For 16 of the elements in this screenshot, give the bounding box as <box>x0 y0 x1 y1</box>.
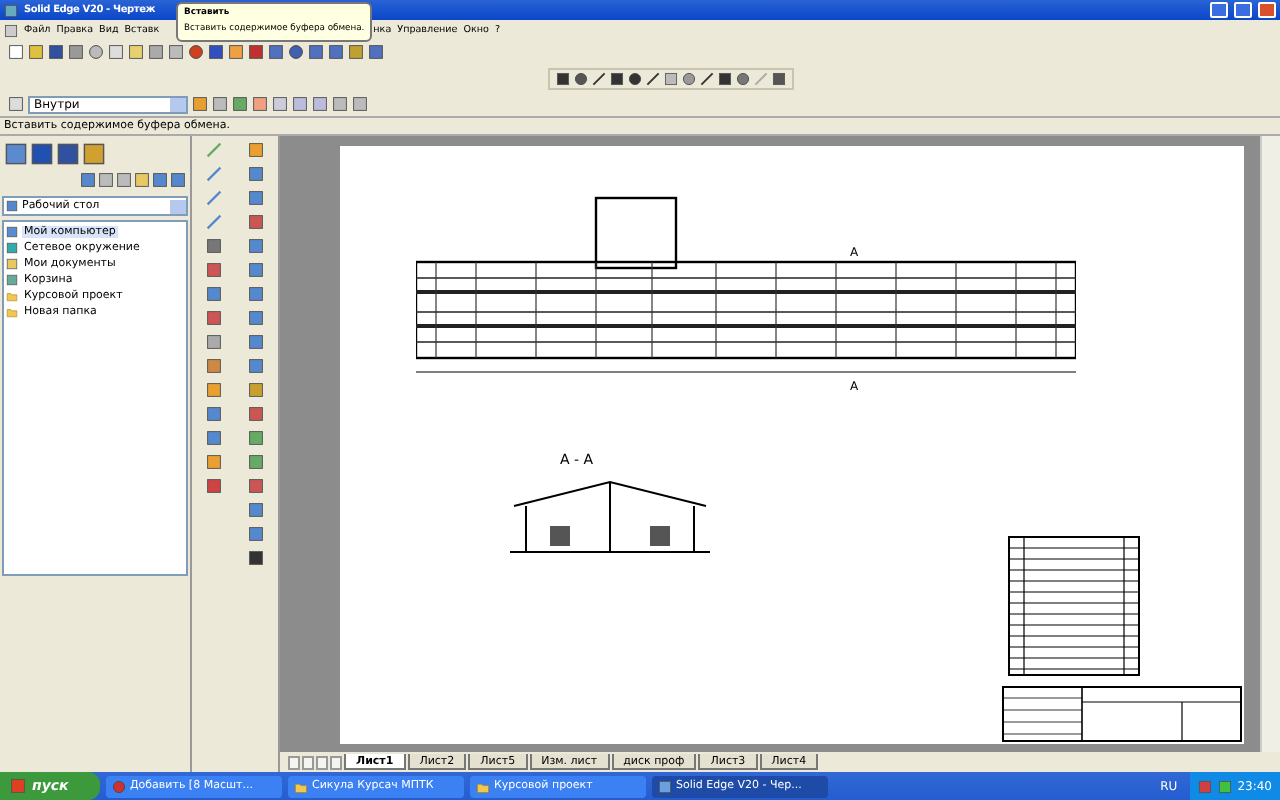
panel-tab-icon[interactable] <box>56 142 80 166</box>
close-button[interactable] <box>1258 2 1276 18</box>
app-icon <box>112 779 126 793</box>
panel-tab-icon[interactable] <box>4 142 28 166</box>
app-icon <box>658 779 672 793</box>
folder-icon <box>476 779 490 793</box>
document-icon <box>4 23 18 37</box>
app-icon <box>4 3 18 17</box>
specification-table-drawing <box>1008 536 1140 676</box>
panel-tab-icon[interactable] <box>82 142 106 166</box>
folder-icon <box>294 779 308 793</box>
minimize-button[interactable] <box>1210 2 1228 18</box>
panel-tab-icon[interactable] <box>30 142 54 166</box>
vertical-scrollbar[interactable] <box>1260 136 1280 752</box>
maximize-button[interactable] <box>1234 2 1252 18</box>
layer-icon[interactable] <box>8 96 24 112</box>
